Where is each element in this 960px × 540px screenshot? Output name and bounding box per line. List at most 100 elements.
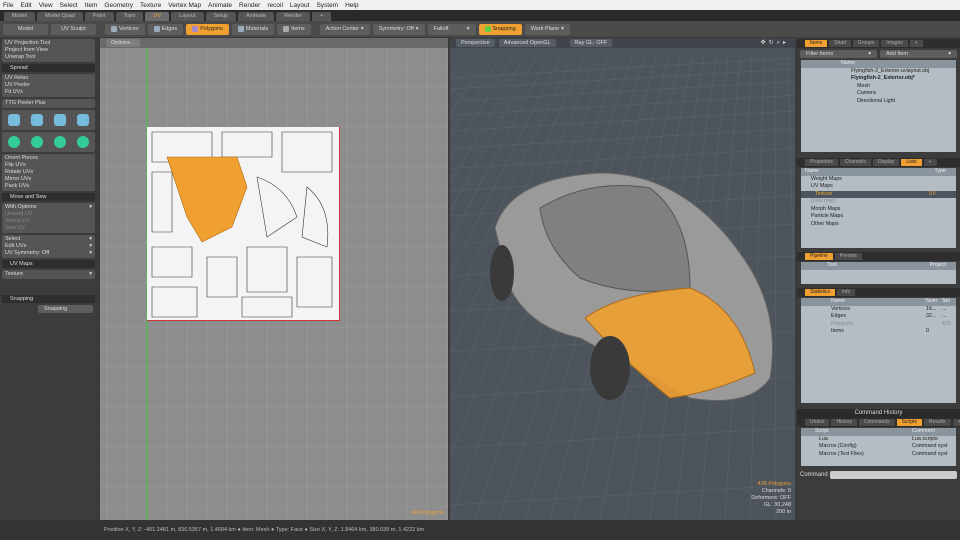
selected-uv-island[interactable] [166, 156, 248, 243]
tab-paint[interactable]: Paint [84, 12, 114, 21]
map-list-row[interactable]: Particle Maps [801, 213, 956, 221]
edges-button[interactable]: Edges [147, 23, 184, 35]
vertices-button[interactable]: Vertices [105, 23, 145, 35]
polygons-button[interactable]: Polygons [186, 23, 229, 35]
falloff-dropdown[interactable]: Falloff ▾ [427, 23, 476, 35]
unwrap-tool-button[interactable]: Unwrap Tool [5, 54, 92, 61]
uv-viewport[interactable]: Options... 428 Polygons [100, 38, 448, 520]
view-nav-icons[interactable]: ✥↻⌕▸ [761, 39, 789, 47]
stats-row[interactable]: Items 0 [801, 328, 956, 336]
item-row-light[interactable]: Directional Light [801, 98, 956, 106]
snapping-button[interactable]: Snapping [478, 23, 522, 35]
work-plane-dropdown[interactable]: Work Plane ▾ [524, 23, 570, 35]
edit-uvs-dropdown[interactable]: Edit UVs ▾ [5, 243, 92, 250]
uv-maps-header[interactable]: UV Maps [2, 260, 95, 268]
tab-presets[interactable]: Presets [834, 253, 862, 260]
uv-sculpt-button[interactable]: UV Sculpt [51, 23, 96, 35]
menu-item[interactable]: Item [85, 2, 98, 9]
tab-statistics[interactable]: Statistics [805, 289, 836, 296]
spread-header[interactable]: Spread [2, 64, 95, 72]
stats-row[interactable]: Polygons... 428 [801, 321, 956, 329]
uv-map-dropdown[interactable]: Texture ▾ [5, 271, 92, 278]
tab-groups[interactable]: Groups [852, 40, 880, 47]
tab-uv[interactable]: UV [145, 12, 170, 21]
map-list-row[interactable]: Morph Maps [801, 206, 956, 214]
move-right-icon[interactable] [77, 136, 90, 148]
tab-model[interactable]: Model [4, 12, 35, 21]
menu-render[interactable]: Render [239, 2, 260, 9]
move-left-icon[interactable] [54, 136, 67, 148]
menu-animate[interactable]: Animate [208, 2, 232, 9]
uv-tool-icon[interactable] [77, 114, 90, 126]
move-and-sew-header[interactable]: Move and Sew [2, 193, 95, 201]
tab-[interactable]: + [923, 159, 937, 166]
action-center-dropdown[interactable]: Action Center ▾ [319, 23, 370, 35]
tab-setup[interactable]: Setup [205, 12, 236, 21]
uv-tool-icon[interactable] [30, 114, 43, 126]
tab-history[interactable]: History [831, 419, 858, 426]
menu-select[interactable]: Select [60, 2, 78, 9]
left-snapping-button[interactable]: Snapping [38, 305, 93, 313]
tab-[interactable]: + [909, 40, 923, 47]
map-list-row[interactable]: Other Maps [801, 221, 956, 229]
unweld-uv-button[interactable]: Unweld UV [5, 211, 92, 218]
ttg-peeler-plus-button[interactable]: TTG Peeler Plus [5, 100, 92, 107]
menu-file[interactable]: File [3, 2, 13, 9]
options-button[interactable]: Options... [106, 39, 140, 47]
select-dropdown[interactable]: Select ▾ [5, 236, 92, 243]
tab-images[interactable]: Images [881, 40, 908, 47]
materials-button[interactable]: Materials [231, 23, 275, 35]
map-list-row[interactable]: UV Maps [801, 183, 956, 191]
mirror-uvs-button[interactable]: Mirror UVs [5, 176, 92, 183]
uv-tool-icon[interactable] [7, 114, 20, 126]
tab-render[interactable]: Render [276, 12, 311, 21]
menu-vertex-map[interactable]: Vertex Map [168, 2, 201, 9]
shading-dropdown[interactable]: Advanced OpenGL [498, 39, 556, 47]
tab-topo[interactable]: Topo [115, 12, 144, 21]
script-row[interactable]: Macros (Config) Command syst [801, 443, 956, 451]
uv-projection-tool-button[interactable]: UV Projection Tool [5, 40, 92, 47]
uv-relax-button[interactable]: UV Relax [5, 75, 92, 82]
item-row[interactable]: Flyingfish-2_Exterior-uvlayout.obj [801, 68, 956, 76]
menu-layout[interactable]: Layout [290, 2, 310, 9]
script-row[interactable]: Macros (Text Files) Command syst [801, 451, 956, 459]
menu-help[interactable]: Help [345, 2, 358, 9]
move-down-icon[interactable] [30, 136, 43, 148]
fit-uvs-button[interactable]: Fit UVs [5, 89, 92, 96]
tab-+[interactable]: + [312, 12, 332, 21]
tab-lists[interactable]: Lists [901, 159, 922, 166]
menu-geometry[interactable]: Geometry [104, 2, 133, 9]
raygl-toggle[interactable]: Ray GL: OFF [569, 39, 613, 47]
project-from-view-button[interactable]: Project from View [5, 47, 92, 54]
stats-row[interactable]: Vertices 16...... [801, 306, 956, 314]
filter-items-dropdown[interactable]: Filter Items ▾ [800, 50, 877, 58]
sew-uv-button[interactable]: Sew UV [5, 225, 92, 232]
orient-pieces-button[interactable]: Orient Pieces [5, 155, 92, 162]
menu-view[interactable]: View [39, 2, 53, 9]
model-button[interactable]: Model [3, 23, 48, 35]
tab-display[interactable]: Display [872, 159, 900, 166]
tab-channels[interactable]: Channels [839, 159, 871, 166]
with-options-dropdown[interactable]: With Options ▾ [5, 204, 92, 211]
uv-peeler-button[interactable]: UV Peeler [5, 82, 92, 89]
snapping-header[interactable]: Snapping [2, 295, 95, 303]
tab-commands[interactable]: Commands [859, 419, 895, 426]
map-list-row[interactable]: Texture UV [801, 190, 956, 198]
tab-layout[interactable]: Layout [171, 12, 204, 21]
tab-properties[interactable]: Properties [805, 159, 838, 166]
flip-uvs-button[interactable]: Flip UVs [5, 162, 92, 169]
symmetry-dropdown[interactable]: Symmetry: Off ▾ [372, 23, 425, 35]
tab-info[interactable]: Info [837, 289, 856, 296]
tab-[interactable]: + [952, 419, 960, 426]
add-item-dropdown[interactable]: Add Item ▾ [880, 50, 957, 58]
perspective-dropdown[interactable]: Perspective [456, 39, 495, 47]
menu-texture[interactable]: Texture [140, 2, 161, 9]
uv-symmetry-dropdown[interactable]: UV Symmetry: Off ▾ [5, 250, 92, 257]
rotate-uvs-button[interactable]: Rotate UVs [5, 169, 92, 176]
tab-scripts[interactable]: Scripts [896, 419, 922, 426]
tab-shad[interactable]: Shad [829, 40, 851, 47]
item-row-mesh[interactable]: Mesh [801, 83, 956, 91]
uv-tool-icon[interactable] [54, 114, 67, 126]
item-row-camera[interactable]: Camera [801, 90, 956, 98]
move-up-icon[interactable] [7, 136, 20, 148]
